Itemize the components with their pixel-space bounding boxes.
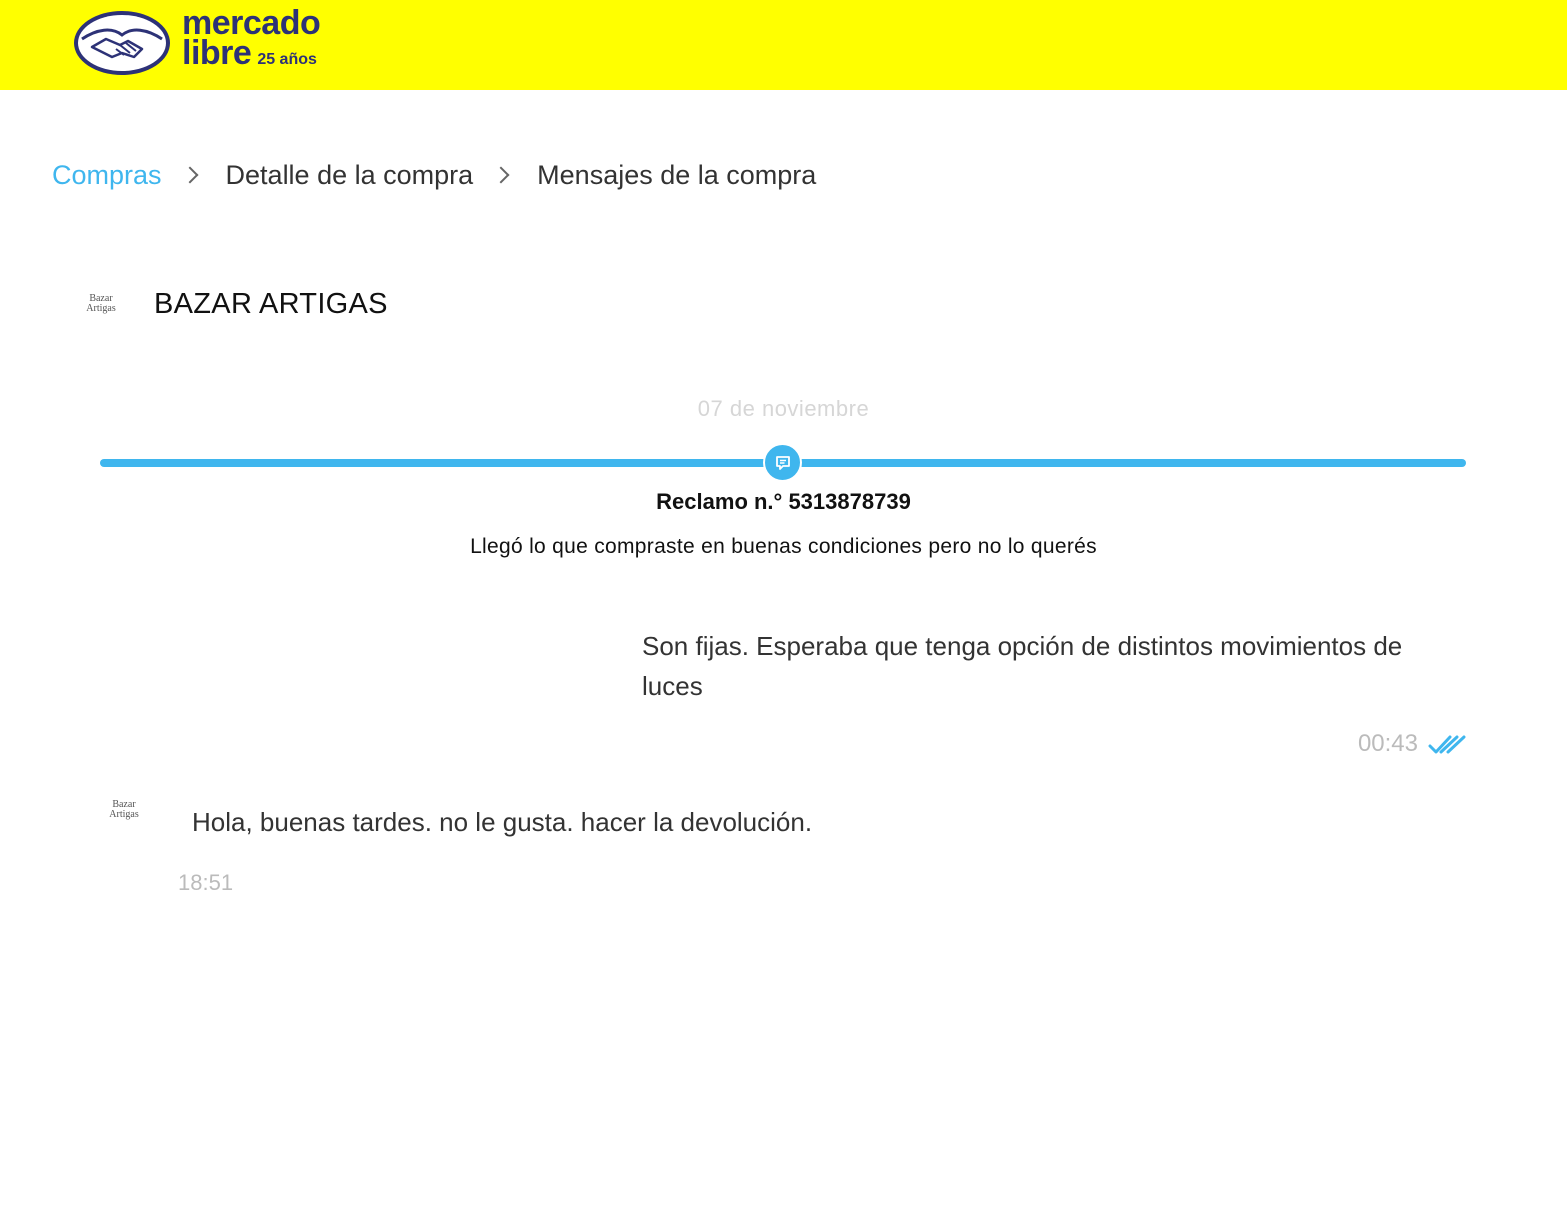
conversation-date: 07 de noviembre	[697, 396, 870, 421]
outgoing-message-text: Son fijas. Esperaba que tenga opción de …	[642, 631, 1403, 701]
mercadolibre-logo[interactable]: mercado libre 25 años	[72, 6, 352, 78]
handshake-icon	[74, 11, 170, 75]
seller-avatar: Bazar Artigas	[104, 796, 144, 824]
breadcrumb-compras-link[interactable]: Compras	[52, 160, 162, 191]
brand-line2: libre 25 años	[182, 36, 320, 75]
seller-avatar-line2: Artigas	[109, 809, 139, 820]
claim-reason: Llegó lo que compraste en buenas condici…	[470, 535, 1097, 558]
double-check-icon	[1428, 735, 1466, 754]
claim-number: Reclamo n.° 5313878739	[656, 489, 911, 514]
timeline-marker	[763, 443, 802, 482]
breadcrumb-mensajes-compra: Mensajes de la compra	[537, 159, 817, 190]
message-icon	[775, 455, 790, 470]
chevron-right-icon	[181, 166, 199, 184]
seller-logo-line2: Artigas	[86, 303, 116, 314]
chevron-right-icon	[492, 166, 510, 184]
top-header: mercado libre 25 años	[0, 0, 1567, 90]
seller-logo[interactable]: Bazar Artigas	[80, 287, 122, 321]
incoming-message-text: Hola, buenas tardes. no le gusta. hacer …	[192, 807, 813, 837]
seller-name: BAZAR ARTIGAS	[154, 287, 388, 320]
outgoing-message-time: 00:43	[1357, 730, 1418, 757]
brand-line2-text: libre	[182, 33, 252, 72]
brand-anniversary: 25 años	[257, 50, 317, 68]
seller-header: Bazar Artigas BAZAR ARTIGAS	[80, 284, 388, 324]
incoming-message-time: 18:51	[178, 870, 234, 895]
breadcrumb-detalle-compra[interactable]: Detalle de la compra	[226, 160, 474, 191]
breadcrumb: Compras Detalle de la compra Mensajes de…	[52, 158, 816, 192]
brand-wordmark: mercado libre 25 años	[182, 6, 321, 75]
